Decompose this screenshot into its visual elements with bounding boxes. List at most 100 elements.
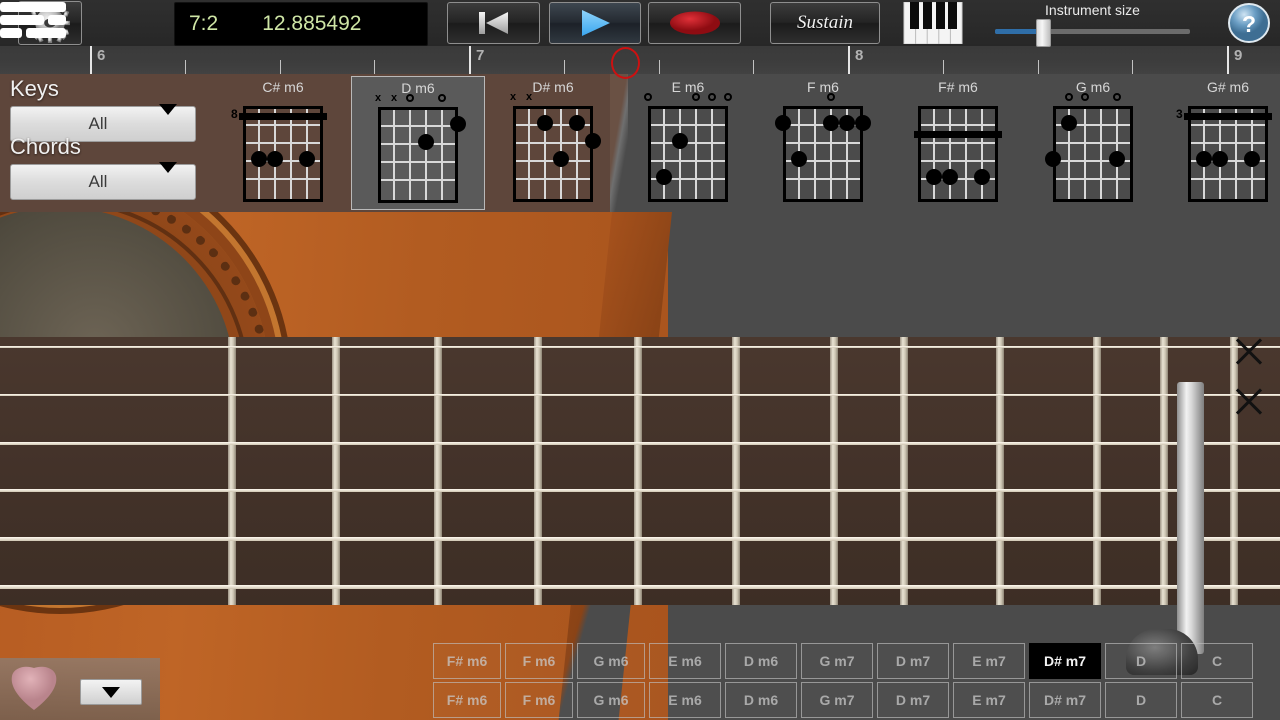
guitar-pick-icon[interactable]: [8, 664, 60, 712]
chord-button[interactable]: G m6: [577, 643, 645, 679]
open-string-mark: [724, 93, 732, 101]
fret: [1093, 337, 1101, 605]
chord-string-marks: xx: [507, 92, 599, 106]
chord-button[interactable]: F# m6: [433, 643, 501, 679]
playhead-marker[interactable]: [611, 47, 640, 79]
ruler-minor-tick: [753, 60, 755, 74]
rewind-button[interactable]: [447, 2, 540, 44]
chord-string-line: [393, 110, 395, 200]
chord-diagram-cell[interactable]: E m6: [621, 76, 755, 210]
chord-button[interactable]: G m7: [801, 682, 873, 718]
chord-fret-line: [1191, 142, 1265, 144]
chord-finger-dot: [1196, 151, 1212, 167]
chord-diagram-label: F# m6: [938, 79, 978, 95]
guitar-string[interactable]: [0, 537, 1280, 541]
ruler-major-tick: [1227, 46, 1229, 74]
guitar-string[interactable]: [0, 394, 1280, 396]
chord-string-line: [425, 110, 427, 200]
chords-label: Chords: [10, 134, 81, 159]
chord-button[interactable]: G m7: [801, 643, 873, 679]
chord-diagram-cell[interactable]: G m6: [1026, 76, 1160, 210]
guitar-string[interactable]: [0, 442, 1280, 445]
chord-diagram-cell[interactable]: C# m6 8: [216, 76, 350, 210]
instrument-size-slider[interactable]: [995, 19, 1190, 47]
chord-finger-dot: [823, 115, 839, 131]
timeline-ruler[interactable]: 6 7 8 9: [0, 46, 1280, 74]
chord-button[interactable]: D: [1105, 643, 1177, 679]
chord-diagram-cell[interactable]: G# m6 3: [1161, 76, 1280, 210]
chord-button[interactable]: F m6: [505, 643, 573, 679]
guitar-string[interactable]: [0, 585, 1280, 589]
blocks-bar-1: [0, 2, 66, 12]
chord-button[interactable]: D m6: [725, 643, 797, 679]
record-button[interactable]: [648, 2, 741, 44]
chord-fret-line: [1056, 142, 1130, 144]
chord-fret-line: [246, 142, 320, 144]
chord-fret-line: [516, 142, 590, 144]
chord-button[interactable]: D m7: [877, 643, 949, 679]
chord-button[interactable]: C: [1181, 643, 1253, 679]
chord-diagram-cell[interactable]: F m6: [756, 76, 890, 210]
blocks-icon[interactable]: [0, 0, 66, 40]
chord-diagram-cell[interactable]: F# m6: [891, 76, 1025, 210]
chord-button[interactable]: D m6: [725, 682, 797, 718]
keys-value: All: [88, 114, 108, 133]
chord-button[interactable]: D# m7: [1029, 682, 1101, 718]
chord-button[interactable]: G m6: [577, 682, 645, 718]
play-button[interactable]: [549, 2, 641, 44]
open-string-mark: [708, 93, 716, 101]
chord-fret-line: [786, 178, 860, 180]
chord-fret-number: 3: [1176, 107, 1183, 121]
open-string-mark: [1065, 93, 1073, 101]
chord-string-line: [949, 109, 951, 199]
chord-button[interactable]: C: [1181, 682, 1253, 718]
chord-diagram-cell[interactable]: D m6 x x: [351, 76, 485, 210]
chord-fret-line: [921, 160, 995, 162]
pick-glyph: [11, 666, 57, 710]
chord-button[interactable]: D# m7: [1029, 643, 1101, 679]
chord-finger-dot: [450, 116, 466, 132]
fret: [634, 337, 642, 605]
chord-diagram-cell[interactable]: D# m6 x x: [486, 76, 620, 210]
piano-keyboard-icon[interactable]: [903, 1, 965, 45]
chord-button[interactable]: F# m6: [433, 682, 501, 718]
open-string-mark: [1113, 93, 1121, 101]
chords-select[interactable]: All: [10, 162, 196, 200]
chord-finger-dot: [656, 169, 672, 185]
chord-button[interactable]: D m7: [877, 682, 949, 718]
open-string-mark: [1081, 93, 1089, 101]
blocks-bar-3: [48, 15, 66, 25]
capo-icon[interactable]: [1177, 382, 1204, 654]
help-button[interactable]: ?: [1227, 2, 1271, 44]
chord-fret-line: [786, 142, 860, 144]
ruler-minor-tick: [279, 60, 281, 74]
chord-finger-dot: [1045, 151, 1061, 167]
chord-button[interactable]: F m6: [505, 682, 573, 718]
chord-grid: [642, 93, 734, 206]
chord-barre: [914, 131, 1002, 138]
slider-thumb[interactable]: [1036, 19, 1051, 47]
chord-fret-line: [651, 124, 725, 126]
guitar-string[interactable]: [0, 346, 1280, 348]
chord-button[interactable]: E m6: [649, 643, 721, 679]
ruler-minor-tick: [184, 60, 186, 74]
chord-barre: [239, 113, 327, 120]
chord-button[interactable]: D: [1105, 682, 1177, 718]
ruler-measure-number: 8: [855, 47, 864, 64]
chord-button[interactable]: E m7: [953, 643, 1025, 679]
chord-button[interactable]: E m7: [953, 682, 1025, 718]
chord-string-line: [965, 109, 967, 199]
chord-button[interactable]: E m6: [649, 682, 721, 718]
chord-fret-line: [246, 124, 320, 126]
chevron-down-icon: [102, 686, 120, 698]
chord-fret-line: [381, 161, 455, 163]
pick-dropdown[interactable]: [80, 679, 142, 705]
guitar-string[interactable]: [0, 489, 1280, 492]
fretboard[interactable]: [0, 337, 1280, 675]
sustain-button[interactable]: Sustain: [770, 2, 880, 44]
chord-string-line: [1235, 109, 1237, 199]
chord-fret-line: [1056, 178, 1130, 180]
chord-diagram-label: C# m6: [262, 79, 304, 95]
chord-finger-dot: [775, 115, 791, 131]
chord-fret-line: [651, 142, 725, 144]
